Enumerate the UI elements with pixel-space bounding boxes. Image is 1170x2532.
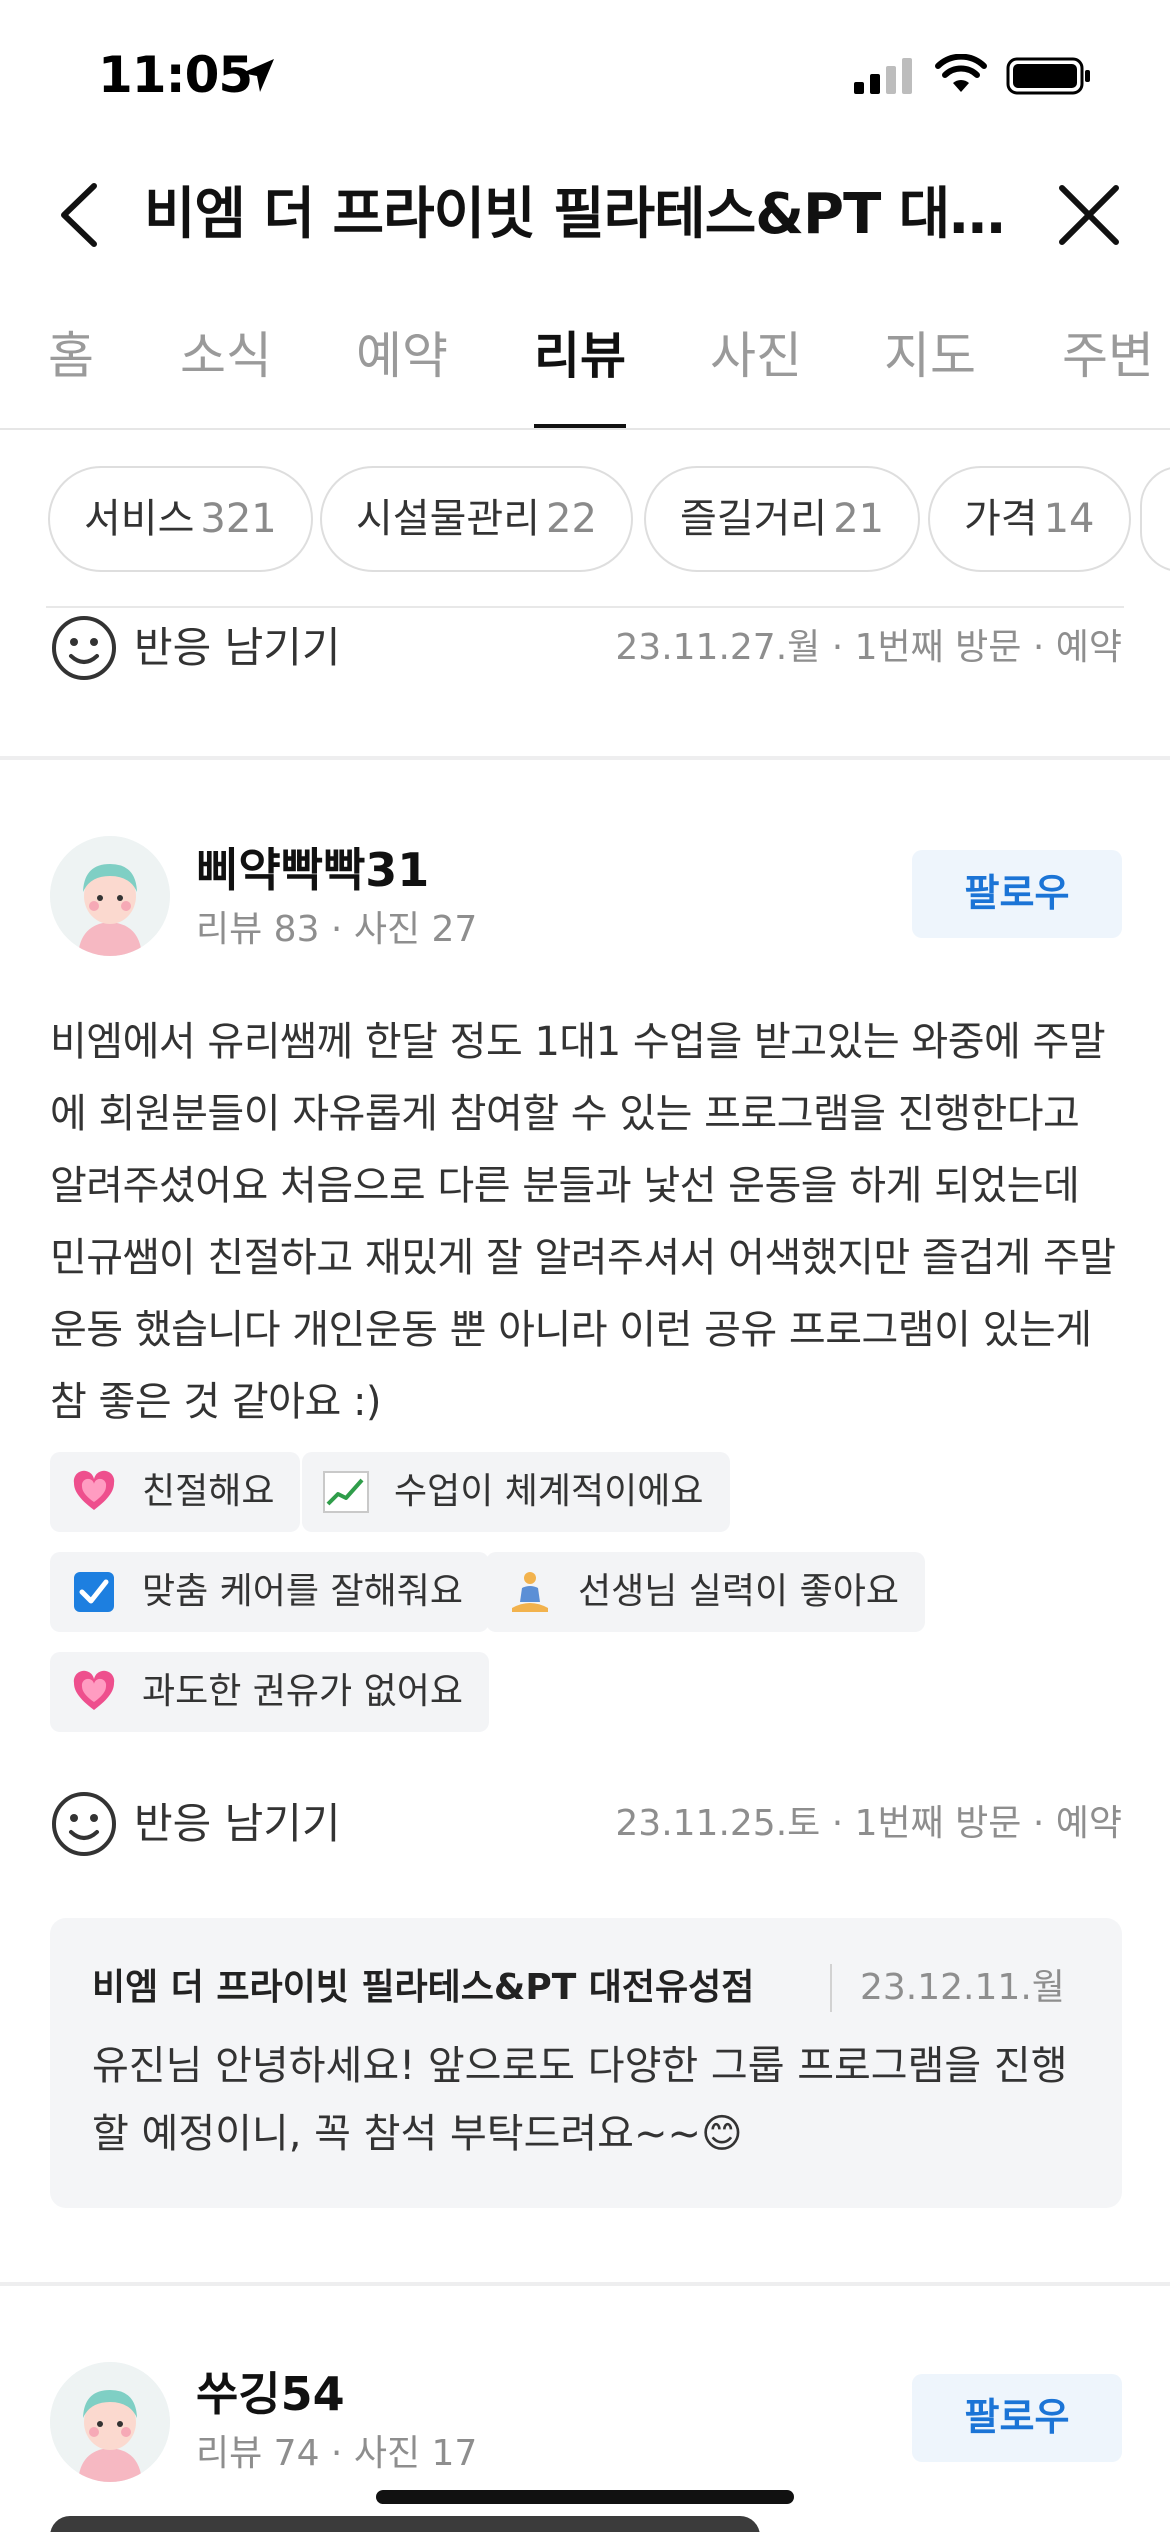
tab-map[interactable]: 지도: [884, 326, 976, 426]
keyword-label: 선생님 실력이 좋아요: [578, 1571, 899, 1612]
avatar[interactable]: [50, 2362, 170, 2482]
tab-bar: 홈 소식 예약 리뷰 사진 지도 주변: [0, 300, 1170, 430]
keyword-chip: 맞춤 케어를 잘해줘요: [50, 1552, 489, 1632]
location-arrow-icon: [242, 59, 274, 92]
divider: [46, 606, 1124, 608]
tab-booking[interactable]: 예약: [356, 326, 448, 426]
status-bar: 11:05: [0, 0, 1170, 150]
chip-label: 가격: [964, 496, 1038, 542]
header: 비엠 더 프라이빗 필라테스&PT 대전...: [0, 150, 1170, 280]
review-reaction-row: 반응 남기기 23.11.25.토 · 1번째 방문 · 예약: [50, 1790, 1122, 1860]
leave-reaction-button[interactable]: 반응 남기기: [134, 1796, 341, 1852]
check-box-icon: [74, 1572, 114, 1612]
visit-meta: 23.11.25.토 · 1번째 방문 · 예약: [615, 1803, 1122, 1844]
chart-up-icon: [323, 1471, 369, 1513]
prev-review-reaction-row: 반응 남기기 23.11.27.월 · 1번째 방문 · 예약: [50, 614, 1122, 684]
review-text[interactable]: 비엠에서 유리쌤께 한달 정도 1대1 수업을 받고있는 와중에 주말에 회원분…: [50, 1006, 1122, 1438]
reply-owner-name: 비엠 더 프라이빗 필라테스&PT 대전유성점: [92, 1967, 755, 2008]
chip-label: 즐길거리: [680, 496, 828, 542]
chip-count: 14: [1043, 496, 1095, 542]
filter-chip-more[interactable]: [1140, 466, 1170, 572]
reviewer-name[interactable]: 삐약빡빡31: [196, 840, 429, 900]
tab-home[interactable]: 홈: [48, 326, 94, 426]
reply-date: 23.12.11.월: [830, 1964, 1065, 2012]
keyword-chip: 선생님 실력이 좋아요: [486, 1552, 925, 1632]
reply-text: 유진님 안녕하세요! 앞으로도 다양한 그룹 프로그램을 진행할 예정이니, 꼭…: [92, 2043, 1068, 2157]
keyword-label: 친절해요: [142, 1471, 275, 1512]
leave-reaction-button[interactable]: 반응 남기기: [134, 620, 341, 676]
reviewer-stats: 리뷰 74 · 사진 17: [196, 2433, 478, 2474]
tab-nearby[interactable]: 주변: [1062, 326, 1154, 426]
tab-reviews[interactable]: 리뷰: [534, 326, 626, 428]
avatar-illustration-icon: [50, 2362, 170, 2482]
chip-label: 시설물관리: [356, 496, 540, 542]
chip-count: 22: [546, 496, 597, 542]
avatar-illustration-icon: [50, 836, 170, 956]
chip-label: 서비스: [84, 496, 195, 542]
follow-button[interactable]: 팔로우: [912, 850, 1122, 938]
filter-chip-service[interactable]: 서비스 321: [48, 466, 313, 572]
back-arrow-icon[interactable]: [52, 180, 112, 250]
section-separator: [0, 756, 1170, 760]
section-separator: [0, 2282, 1170, 2286]
smile-icon[interactable]: [50, 1790, 118, 1858]
filter-chip-facility[interactable]: 시설물관리 22: [320, 466, 633, 572]
chip-count: 321: [200, 496, 277, 542]
filter-chip-price[interactable]: 가격 14: [928, 466, 1131, 572]
tab-photos[interactable]: 사진: [710, 326, 802, 426]
keyword-chip: 친절해요: [50, 1452, 301, 1532]
smile-icon[interactable]: [50, 614, 118, 682]
home-indicator[interactable]: [376, 2490, 794, 2504]
heart-icon: [73, 1670, 115, 1710]
review-photo[interactable]: [50, 2516, 760, 2532]
close-icon[interactable]: [1054, 180, 1124, 250]
review-filter-chips: 서비스 321 시설물관리 22 즐길거리 21 가격 14: [0, 466, 1170, 576]
reviewer-name[interactable]: 쑤깅54: [196, 2364, 345, 2424]
keyword-chip: 과도한 권유가 없어요: [50, 1652, 489, 1732]
status-time: 11:05: [98, 46, 253, 104]
owner-reply: 비엠 더 프라이빗 필라테스&PT 대전유성점 23.12.11.월 유진님 안…: [50, 1918, 1122, 2208]
meditation-icon: [512, 1572, 548, 1612]
keyword-chip: 수업이 체계적이에요: [302, 1452, 730, 1532]
heart-icon: [73, 1470, 115, 1510]
visit-meta: 23.11.27.월 · 1번째 방문 · 예약: [615, 627, 1122, 668]
keyword-label: 과도한 권유가 없어요: [142, 1671, 463, 1712]
reviewer-stats: 리뷰 83 · 사진 27: [196, 909, 478, 950]
keyword-label: 수업이 체계적이에요: [394, 1471, 704, 1512]
wifi-icon: [935, 54, 987, 92]
follow-button[interactable]: 팔로우: [912, 2374, 1122, 2462]
filter-chip-fun[interactable]: 즐길거리 21: [644, 466, 921, 572]
cellular-signal-icon: [854, 58, 912, 94]
battery-icon: [1006, 57, 1090, 95]
chip-count: 21: [833, 496, 885, 542]
avatar[interactable]: [50, 836, 170, 956]
keyword-label: 맞춤 케어를 잘해줘요: [142, 1571, 463, 1612]
page-title: 비엠 더 프라이빗 필라테스&PT 대전...: [144, 182, 1024, 247]
tab-news[interactable]: 소식: [180, 326, 272, 426]
